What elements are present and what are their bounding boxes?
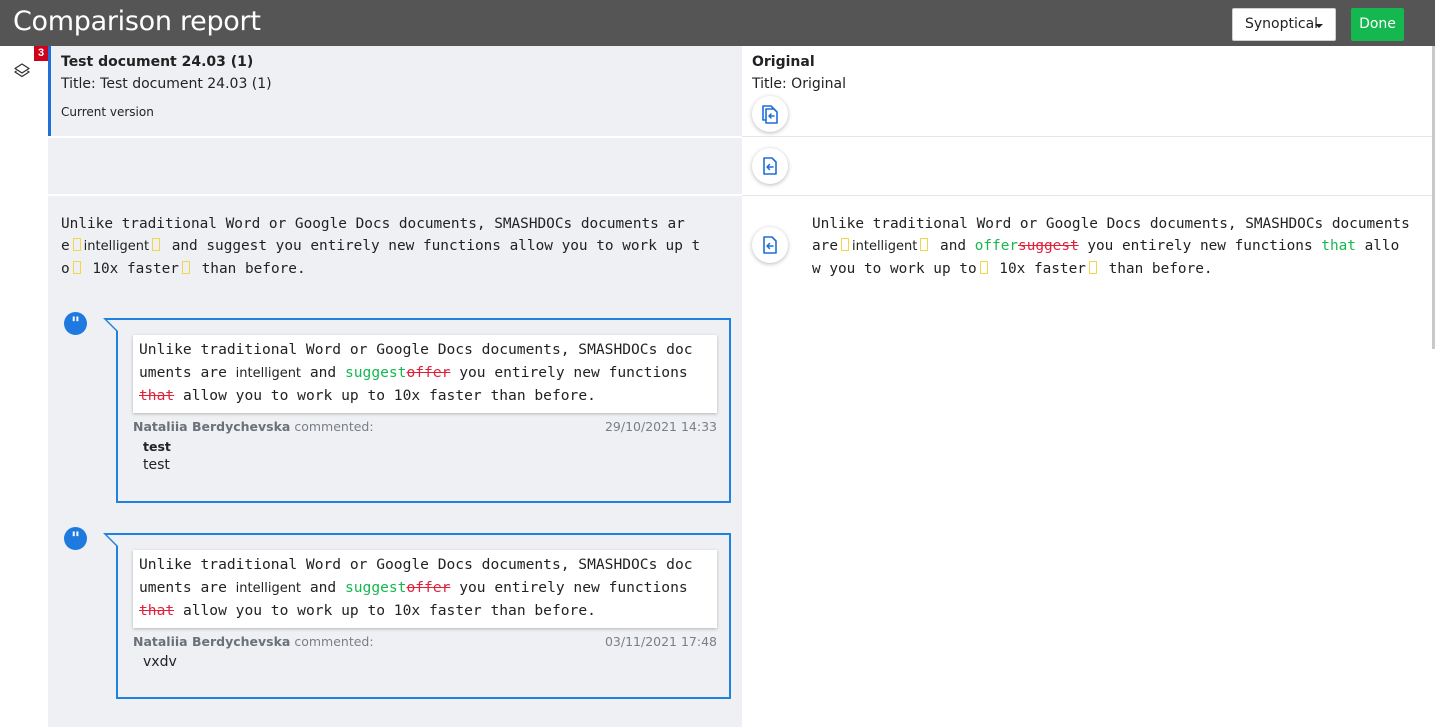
current-doc-header: Test document 24.03 (1) Title: Test docu… — [48, 46, 742, 136]
top-bar: Comparison report Synoptical Done — [0, 0, 1435, 46]
comment-date: 03/11/2021 17:48 — [604, 634, 717, 649]
page-title: Comparison report — [13, 6, 261, 37]
original-paragraph: Unlike traditional Word or Google Docs d… — [812, 213, 1427, 280]
text-run: are — [812, 238, 838, 254]
revert-section-button[interactable] — [752, 148, 788, 184]
text-run: intelligent — [235, 365, 302, 381]
revert-paragraph-button[interactable] — [752, 227, 788, 263]
comment-author: Nataliia Berdychevska — [133, 634, 291, 649]
comment-body: vxdv — [143, 654, 177, 670]
original-doc-name: Original — [752, 54, 815, 70]
text-run: you entirely new functions — [450, 578, 688, 596]
text-run: intelligent — [235, 580, 302, 596]
comment-meta: Nataliia Berdychevska commented: 03/11/2… — [133, 634, 717, 649]
change-marker — [152, 238, 161, 251]
done-button[interactable]: Done — [1351, 8, 1404, 41]
text-run: you entirely new functions — [450, 363, 688, 381]
text-run: and — [931, 238, 975, 254]
text-run: e — [61, 238, 70, 254]
current-doc-title: Title: Test document 24.03 (1) — [61, 76, 272, 92]
text-run: and — [301, 363, 345, 381]
change-marker — [181, 261, 190, 274]
view-mode-label: Synoptical — [1245, 16, 1319, 32]
change-marker — [979, 261, 988, 274]
text-run: allo — [1355, 238, 1400, 254]
change-marker — [920, 238, 929, 251]
current-doc-name: Test document 24.03 (1) — [61, 54, 254, 70]
changes-count-badge: 3 — [34, 46, 48, 61]
current-paragraph: Unlike traditional Word or Google Docs d… — [61, 213, 723, 280]
deleted-text: suggest — [1018, 238, 1079, 254]
comment-body: test — [143, 457, 170, 473]
change-marker — [72, 261, 81, 274]
inserted-text: that — [1321, 238, 1356, 254]
quoted-text-card: Unlike traditional Word or Google Docs d… — [133, 335, 717, 413]
layers-icon[interactable] — [13, 62, 31, 78]
change-marker — [72, 238, 81, 251]
comment-author: Nataliia Berdychevska — [133, 419, 291, 434]
comment-quote-icon[interactable]: " — [64, 312, 87, 335]
deleted-text: offer — [406, 578, 451, 596]
original-doc-title: Title: Original — [752, 76, 846, 92]
text-run: uments are — [139, 363, 236, 381]
text-run: Unlike traditional Word or Google Docs d… — [61, 216, 685, 232]
original-version-pane: Original Title: Original — [742, 46, 1435, 727]
comment-meta: Nataliia Berdychevska commented: 29/10/2… — [133, 419, 717, 434]
text-run: than before. — [192, 261, 306, 277]
text-run: allow you to work up to 10x faster than … — [174, 387, 596, 405]
comment-card[interactable]: Unlike traditional Word or Google Docs d… — [103, 318, 731, 503]
comment-date: 29/10/2021 14:33 — [604, 419, 717, 434]
text-run: you entirely new functions — [1078, 238, 1322, 254]
text-run: intelligent — [83, 239, 150, 254]
revert-document-icon — [763, 236, 777, 254]
inserted-text: suggest — [344, 363, 407, 381]
comment-quote-icon[interactable]: " — [64, 527, 87, 550]
text-run: 10x faster — [83, 261, 179, 277]
divider — [742, 195, 1435, 196]
text-run: 10x faster — [990, 261, 1086, 277]
deleted-text: offer — [406, 363, 451, 381]
text-run: w you to work up to — [812, 261, 977, 277]
quoted-text-card: Unlike traditional Word or Google Docs d… — [133, 550, 717, 628]
comment-pointer-inner — [107, 535, 118, 546]
text-run: o — [61, 261, 70, 277]
text-run: and — [301, 578, 345, 596]
change-marker — [1088, 261, 1097, 274]
deleted-text: that — [139, 602, 175, 620]
copy-document-icon — [762, 105, 778, 124]
text-run: allow you to work up to 10x faster than … — [174, 602, 596, 620]
deleted-text: that — [139, 387, 175, 405]
comment-subject: test — [143, 439, 171, 454]
text-run: than before. — [1099, 261, 1213, 277]
comment-action: commented: — [294, 634, 374, 649]
caret-down-icon — [1315, 24, 1323, 28]
divider — [48, 136, 742, 138]
text-run: and suggest you entirely new functions a… — [163, 238, 701, 254]
change-marker — [841, 238, 849, 251]
inserted-text: suggest — [344, 578, 407, 596]
comment-pointer-inner — [107, 320, 118, 331]
current-version-label: Current version — [61, 105, 154, 119]
left-rail — [0, 46, 47, 727]
text-run: Unlike traditional Word or Google Docs d… — [812, 216, 1410, 232]
current-version-pane: Test document 24.03 (1) Title: Test docu… — [48, 46, 742, 727]
comment-card[interactable]: Unlike traditional Word or Google Docs d… — [103, 533, 731, 699]
view-mode-dropdown[interactable]: Synoptical — [1232, 8, 1336, 41]
revert-document-icon — [763, 157, 777, 175]
copy-document-button[interactable] — [752, 96, 788, 132]
inserted-text: offer — [974, 238, 1019, 254]
comment-action: commented: — [294, 419, 374, 434]
text-run: uments are — [139, 578, 236, 596]
divider — [48, 194, 742, 196]
text-run: intelligent — [852, 239, 918, 254]
text-run: Unlike traditional Word or Google Docs d… — [139, 341, 693, 358]
text-run: Unlike traditional Word or Google Docs d… — [139, 556, 693, 573]
divider — [742, 136, 1435, 137]
